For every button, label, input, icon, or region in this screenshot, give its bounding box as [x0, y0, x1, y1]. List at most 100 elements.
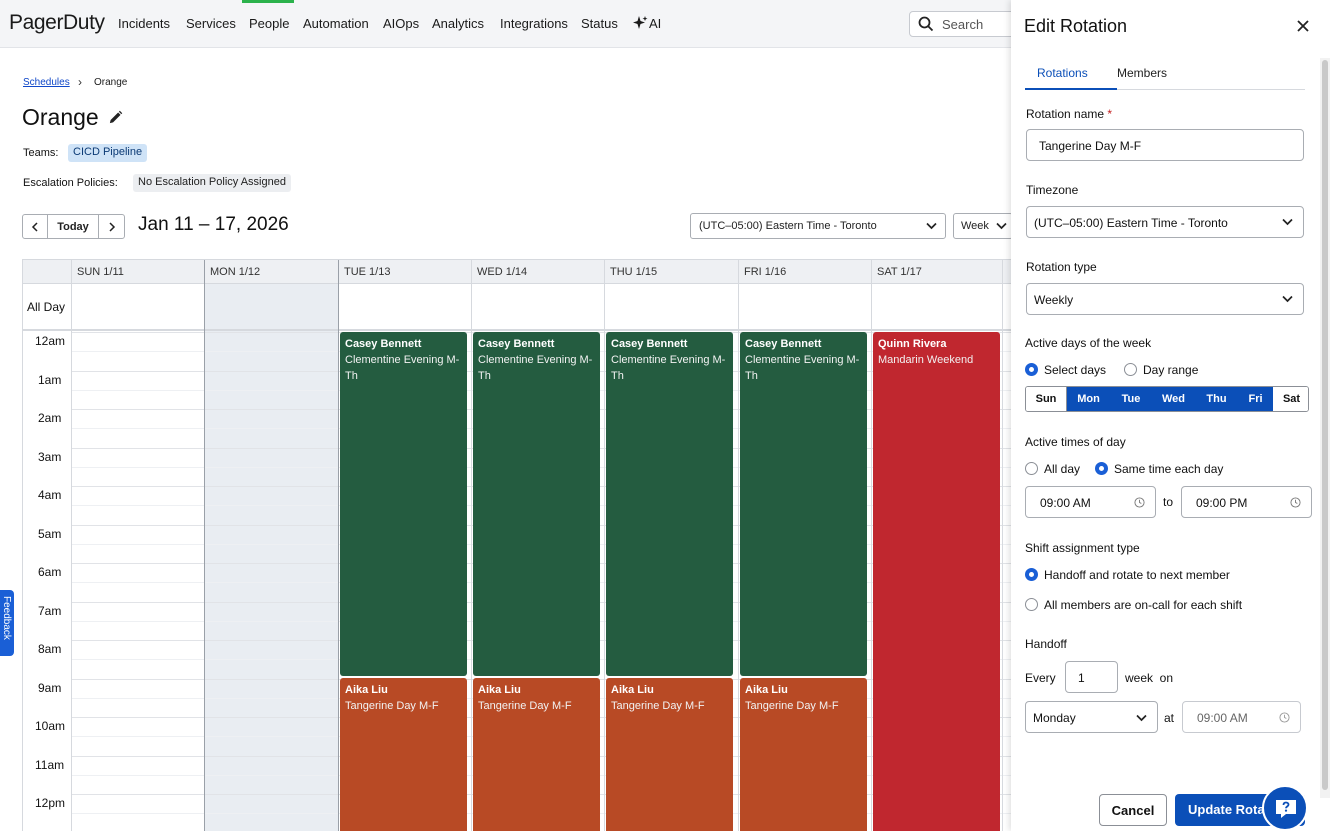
- shift-person: Casey Bennett: [345, 338, 422, 350]
- shift-type-label: Shift assignment type: [1025, 541, 1140, 555]
- teams-label: Teams:: [23, 147, 59, 159]
- all-members-label[interactable]: All members are on-call for each shift: [1044, 598, 1242, 612]
- shift-rotation: Tangerine Day M-F: [345, 700, 439, 712]
- active-times-label: Active times of day: [1025, 435, 1126, 449]
- feedback-tab[interactable]: Feedback: [0, 590, 14, 656]
- chevron-down-icon: [1136, 714, 1147, 722]
- rotation-type-select[interactable]: Weekly: [1026, 283, 1304, 315]
- next-week-button[interactable]: [98, 214, 125, 239]
- timezone-select[interactable]: (UTC–05:00) Eastern Time - Toronto: [1026, 206, 1304, 238]
- hour-label: 4am: [38, 488, 62, 502]
- breadcrumb-current: Orange: [94, 77, 128, 88]
- nav-analytics[interactable]: Analytics: [432, 16, 484, 31]
- all-day-option-label[interactable]: All day: [1044, 462, 1080, 476]
- nav-aiops[interactable]: AIOps: [383, 16, 419, 31]
- shift-block[interactable]: Aika Liu Tangerine Day M-F: [740, 678, 867, 831]
- nav-ai[interactable]: AI: [649, 16, 661, 31]
- select-days-radio[interactable]: [1025, 363, 1038, 376]
- rotation-name-input[interactable]: Tangerine Day M-F: [1026, 129, 1304, 161]
- pencil-icon[interactable]: [108, 110, 123, 125]
- corner-header: [23, 260, 71, 284]
- handoff-rotate-label[interactable]: Handoff and rotate to next member: [1044, 568, 1230, 582]
- calendar-timezone-select[interactable]: (UTC–05:00) Eastern Time - Toronto: [690, 213, 946, 239]
- nav-people[interactable]: People: [249, 16, 289, 31]
- required-mark: *: [1107, 107, 1113, 121]
- column-header: SUN 1/11: [71, 260, 204, 284]
- shift-block[interactable]: Aika Liu Tangerine Day M-F: [340, 678, 467, 831]
- hour-label: 12am: [35, 334, 66, 348]
- column-header: SAT 1/17: [871, 260, 1013, 284]
- rotation-name-label: Rotation name *: [1026, 107, 1112, 121]
- column-divider: [604, 260, 605, 831]
- handoff-time-input[interactable]: 09:00 AM: [1182, 701, 1301, 733]
- column-header: THU 1/15: [604, 260, 738, 284]
- nav-incidents[interactable]: Incidents: [118, 16, 170, 31]
- monday-column-shade: [204, 284, 338, 831]
- column-divider: [204, 260, 205, 831]
- column-header: FRI 1/16: [738, 260, 871, 284]
- tab-members[interactable]: Members: [1117, 66, 1167, 80]
- cancel-button[interactable]: Cancel: [1099, 794, 1167, 826]
- select-days-label[interactable]: Select days: [1044, 363, 1106, 377]
- end-time-input[interactable]: 09:00 PM: [1181, 486, 1312, 518]
- close-icon[interactable]: [1297, 20, 1309, 32]
- column-divider: [871, 260, 872, 831]
- day-toggle-thu[interactable]: Thu: [1195, 387, 1238, 411]
- hour-label: 7am: [38, 603, 62, 618]
- clock-icon: [1279, 712, 1290, 723]
- day-toggle-sun[interactable]: Sun: [1026, 387, 1067, 411]
- team-badge[interactable]: CICD Pipeline: [68, 144, 148, 162]
- help-button[interactable]: [1262, 785, 1308, 831]
- handoff-rotate-radio[interactable]: [1025, 568, 1038, 581]
- pagerduty-logo[interactable]: PagerDuty: [9, 11, 105, 35]
- shift-block[interactable]: Casey Bennett Clementine Evening M-Th: [740, 332, 867, 676]
- today-button[interactable]: Today: [47, 214, 99, 239]
- handoff-interval-input[interactable]: 1: [1065, 661, 1118, 693]
- escalation-label: Escalation Policies:: [23, 177, 118, 189]
- breadcrumb-schedules[interactable]: Schedules: [23, 77, 70, 88]
- shift-block[interactable]: Quinn Rivera Mandarin Weekend: [873, 332, 1000, 831]
- all-members-radio[interactable]: [1025, 598, 1038, 611]
- feedback-label: Feedback: [1, 596, 12, 640]
- shift-block[interactable]: Aika Liu Tangerine Day M-F: [606, 678, 733, 831]
- timezone-value: (UTC–05:00) Eastern Time - Toronto: [1034, 216, 1228, 230]
- day-range-radio[interactable]: [1124, 363, 1137, 376]
- shift-block[interactable]: Casey Bennett Clementine Evening M-Th: [473, 332, 600, 676]
- chevron-left-icon: [31, 221, 38, 232]
- day-toggle-mon[interactable]: Mon: [1067, 387, 1110, 411]
- shift-block[interactable]: Aika Liu Tangerine Day M-F: [473, 678, 600, 831]
- same-time-radio[interactable]: [1095, 462, 1108, 475]
- nav-integrations[interactable]: Integrations: [500, 16, 568, 31]
- day-range-label[interactable]: Day range: [1143, 363, 1198, 377]
- shift-block[interactable]: Casey Bennett Clementine Evening M-Th: [606, 332, 733, 676]
- shift-rotation: Tangerine Day M-F: [611, 700, 705, 712]
- chevron-right-icon: [108, 221, 115, 232]
- day-toggle-tue[interactable]: Tue: [1110, 387, 1152, 411]
- nav-services[interactable]: Services: [186, 16, 236, 31]
- day-toggle-sat[interactable]: Sat: [1273, 387, 1308, 411]
- same-time-label[interactable]: Same time each day: [1114, 462, 1223, 476]
- active-days-label: Active days of the week: [1025, 336, 1152, 350]
- panel-scrollbar-thumb[interactable]: [1322, 60, 1328, 790]
- chevron-right-icon: ›: [78, 75, 82, 89]
- day-toggle-wed[interactable]: Wed: [1152, 387, 1195, 411]
- nav-automation[interactable]: Automation: [303, 16, 369, 31]
- tab-rotations[interactable]: Rotations: [1037, 66, 1088, 80]
- handoff-day-value: Monday: [1033, 711, 1076, 725]
- shift-block[interactable]: Casey Bennett Clementine Evening M-Th: [340, 332, 467, 676]
- day-toggle-group: Sun Mon Tue Wed Thu Fri Sat: [1025, 386, 1309, 412]
- view-value: Week: [961, 220, 989, 232]
- handoff-day-select[interactable]: Monday: [1025, 701, 1158, 733]
- shift-person: Casey Bennett: [611, 338, 688, 350]
- column-header: TUE 1/13: [338, 260, 471, 284]
- all-day-radio[interactable]: [1025, 462, 1038, 475]
- column-divider: [1002, 260, 1003, 831]
- prev-week-button[interactable]: [22, 214, 48, 239]
- shift-person: Casey Bennett: [478, 338, 555, 350]
- day-toggle-fri[interactable]: Fri: [1238, 387, 1273, 411]
- view-select[interactable]: Week: [953, 213, 1013, 239]
- end-time-value: 09:00 PM: [1196, 496, 1248, 510]
- active-tab-indicator: [1025, 88, 1117, 90]
- start-time-input[interactable]: 09:00 AM: [1025, 486, 1156, 518]
- nav-status[interactable]: Status: [581, 16, 618, 31]
